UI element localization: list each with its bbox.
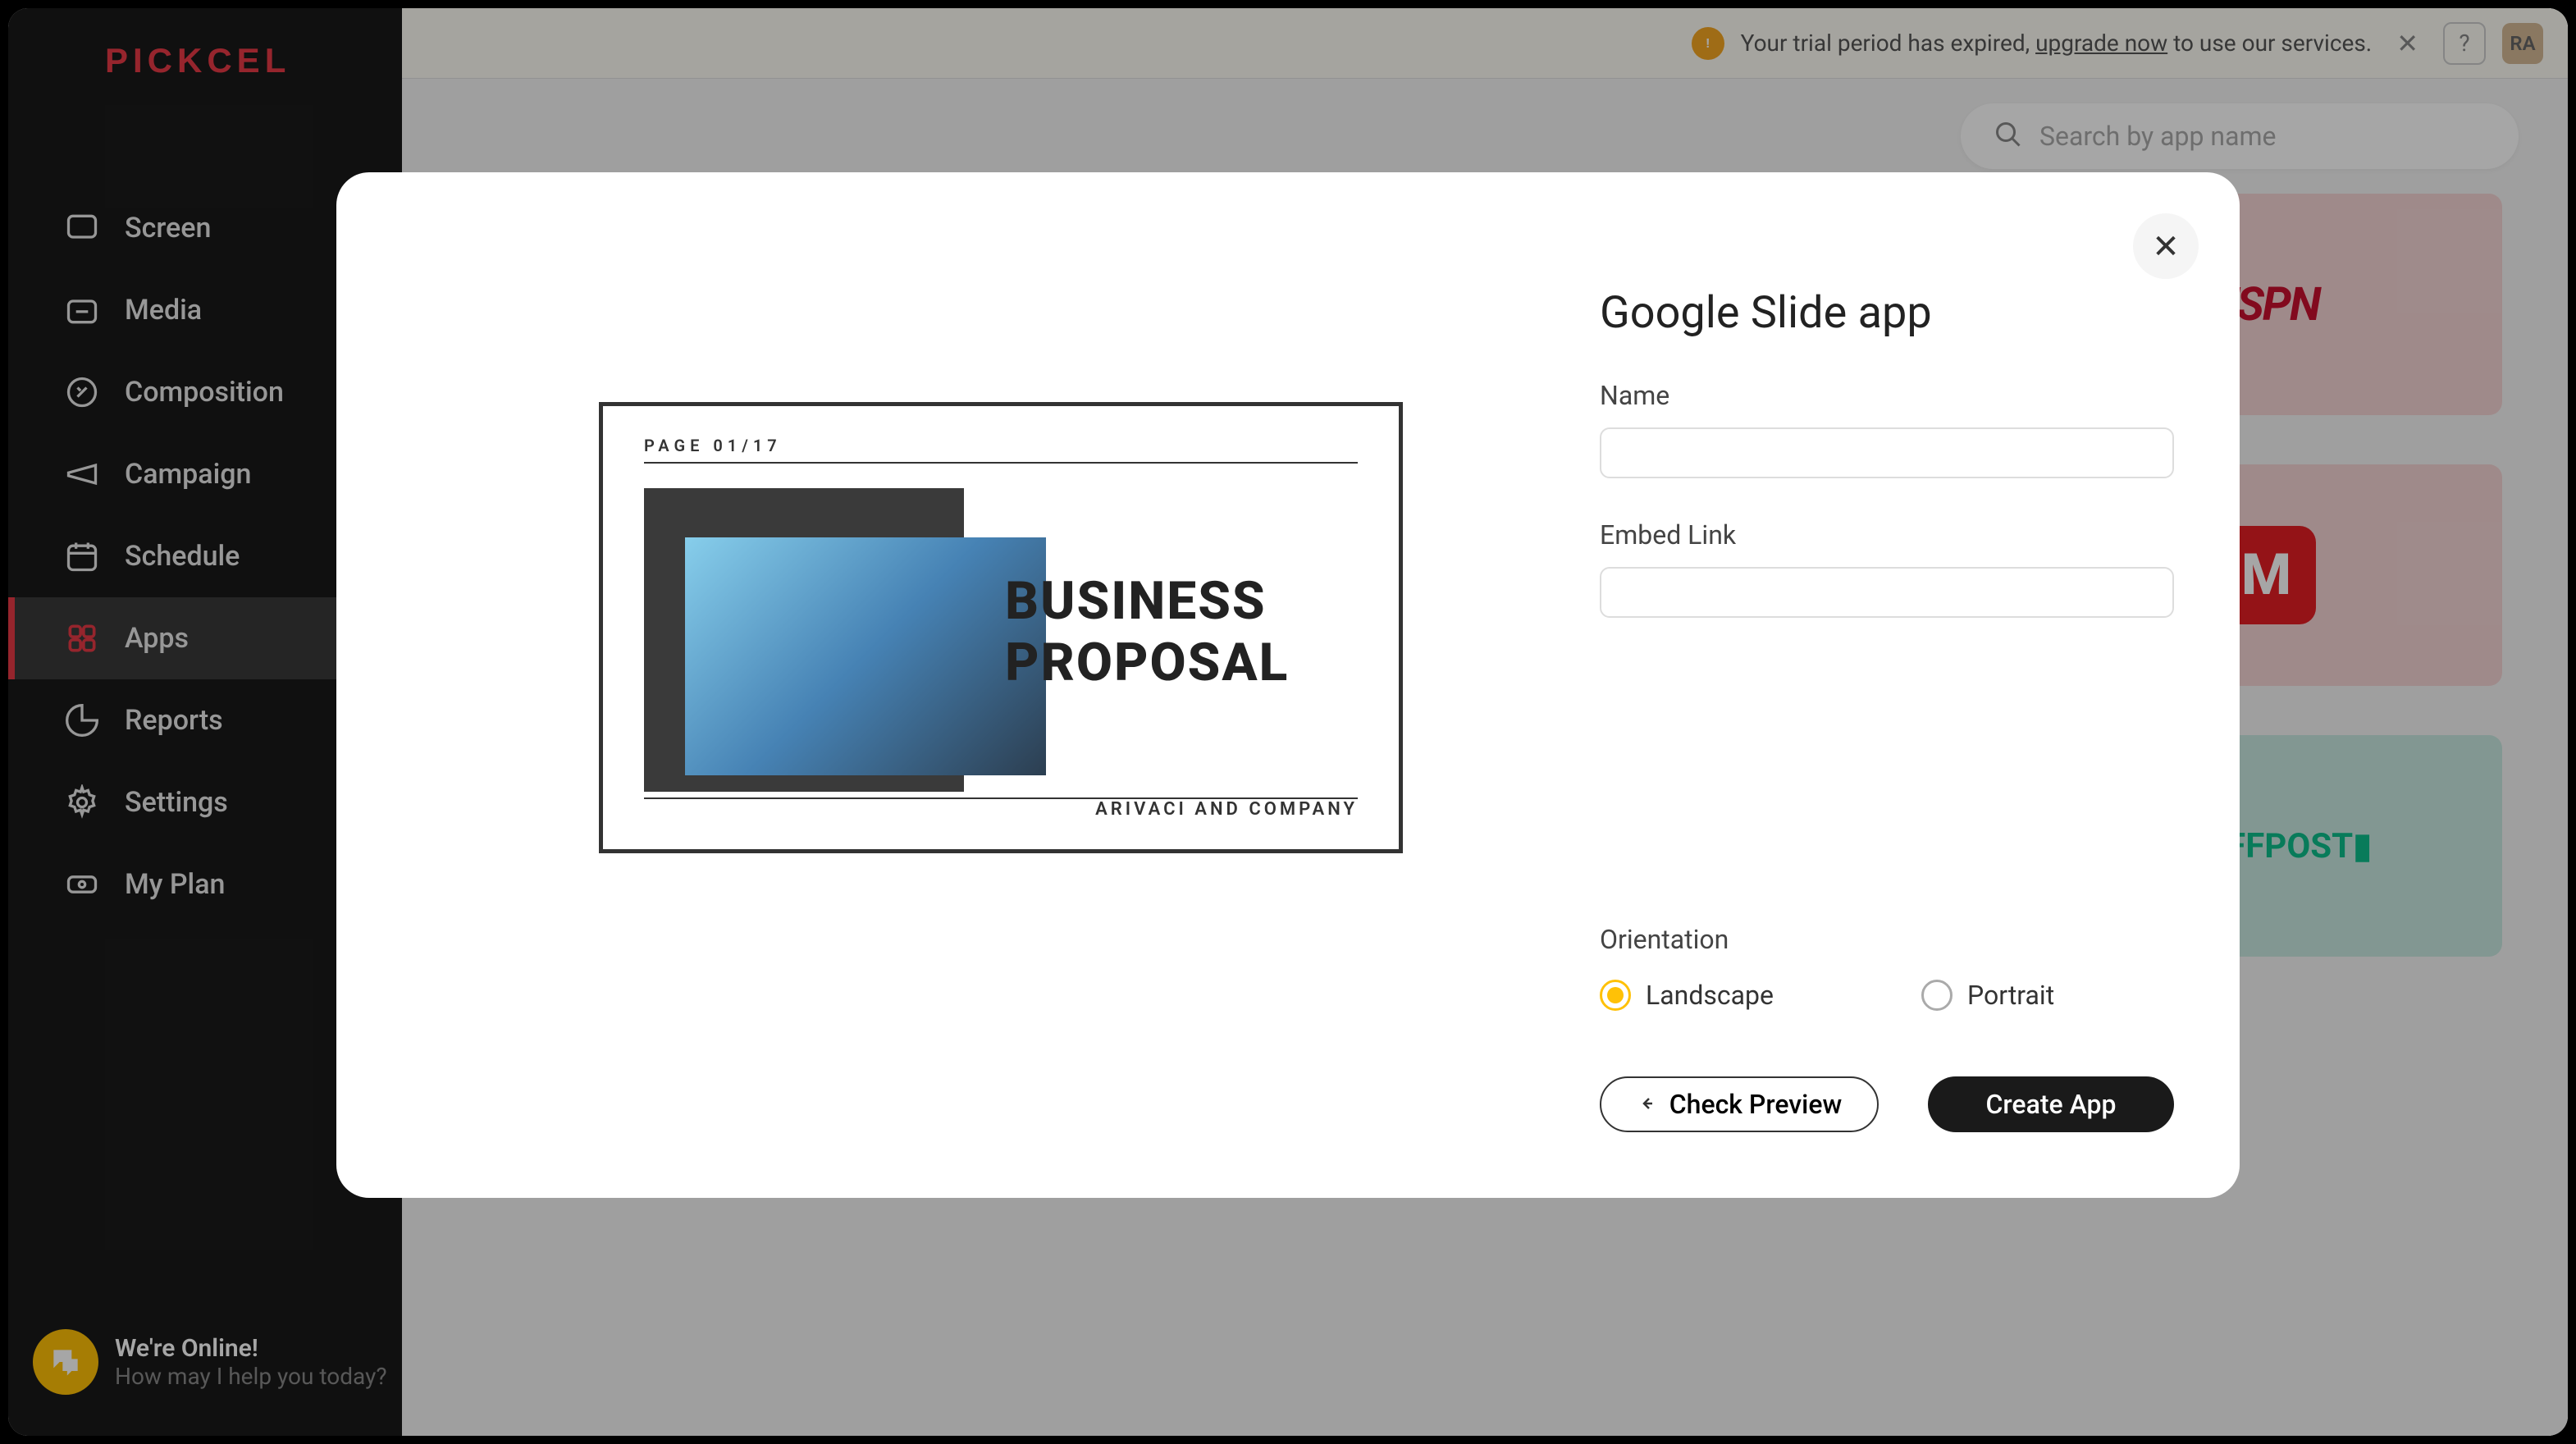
modal-close-button[interactable]: ✕: [2133, 213, 2199, 279]
modal-preview-pane: PAGE 01/17 BUSINESS PROPOSAL ARIVACI AND…: [402, 238, 1600, 1132]
radio-label: Portrait: [1967, 980, 2054, 1011]
arrow-left-icon: [1637, 1089, 1656, 1120]
name-input[interactable]: [1600, 427, 2174, 478]
name-label: Name: [1600, 380, 2174, 411]
radio-icon: [1600, 980, 1631, 1011]
radio-icon: [1921, 980, 1953, 1011]
slide-footer: ARIVACI AND COMPANY: [644, 799, 1358, 820]
slide-title-1: BUSINESS: [1005, 570, 1289, 632]
check-preview-button[interactable]: Check Preview: [1600, 1076, 1879, 1132]
radio-label: Landscape: [1646, 980, 1774, 1011]
google-slide-modal: ✕ PAGE 01/17 BUSINESS PROPOSAL AR: [336, 172, 2240, 1198]
create-app-button[interactable]: Create App: [1928, 1076, 2174, 1132]
embed-link-input[interactable]: [1600, 567, 2174, 618]
modal-form: Google Slide app Name Embed Link Orienta…: [1600, 238, 2174, 1132]
slide-page-number: PAGE 01/17: [644, 436, 1358, 455]
orientation-label: Orientation: [1600, 924, 2174, 955]
slide-title-2: PROPOSAL: [1005, 632, 1289, 693]
button-label: Create App: [1986, 1089, 2117, 1120]
embed-label: Embed Link: [1600, 519, 2174, 551]
modal-title: Google Slide app: [1600, 287, 2174, 339]
button-label: Check Preview: [1669, 1089, 1842, 1120]
orientation-landscape-radio[interactable]: Landscape: [1600, 980, 1774, 1011]
orientation-portrait-radio[interactable]: Portrait: [1921, 980, 2054, 1011]
modal-overlay: ✕ PAGE 01/17 BUSINESS PROPOSAL AR: [8, 8, 2568, 1436]
slide-preview: PAGE 01/17 BUSINESS PROPOSAL ARIVACI AND…: [599, 402, 1403, 853]
